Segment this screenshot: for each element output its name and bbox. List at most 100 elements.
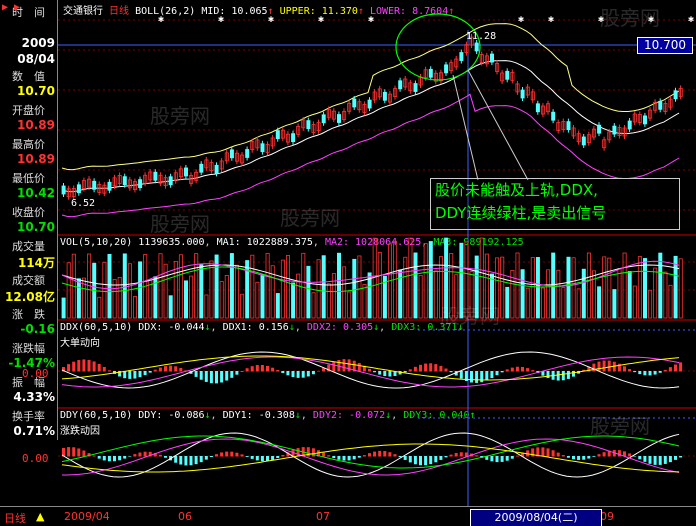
ddx-bar [413,366,417,372]
warning-icon[interactable]: ▲ [36,510,44,523]
nav-right-icon[interactable]: ▶ [8,2,20,13]
ddx-bar [439,365,443,372]
ddx-bar [373,371,377,373]
candle-body [122,176,127,186]
ddx-bar [521,366,524,372]
volume-bar [255,281,260,319]
volume-bar [240,293,245,319]
volume-bar [571,257,576,319]
candle-body [184,167,189,177]
ddx-bar [546,371,550,379]
volume-bar [653,267,658,319]
volume-bar [576,288,581,319]
ddy-bar [143,451,147,457]
candle-body [92,180,97,190]
ddx-bar [434,364,438,372]
volume-bar [673,255,678,319]
current-price-tag: 10.700 [637,37,693,54]
ddx-bar [169,365,173,372]
peak-price-label: 11.28 [466,31,497,42]
volume-bar [138,261,143,319]
volume-bar [291,282,296,319]
volume-bar [168,295,173,319]
ddy-bar [199,456,203,463]
ddy-bar [296,448,300,457]
tick-label: 07 [316,510,330,523]
ddy-bar [245,456,249,457]
volume-bar [561,287,566,319]
ddy-bar [561,455,565,457]
ddy-bar [133,454,137,457]
ddy-bar [403,456,407,460]
volume-bar [107,253,112,319]
candle-body [306,120,311,130]
star-marker: ✱ [268,14,274,25]
ddy-bar [572,456,575,460]
candle-body [291,133,296,143]
star-marker: ✱ [368,14,374,25]
candle-body [566,121,571,131]
ddy-bar [225,451,229,457]
volume-bar [245,260,250,319]
ddx-bar [204,371,208,382]
ddx-bar [276,370,280,372]
ddy-bar [674,456,677,460]
value-label: 数 值 [12,70,45,83]
ddy-bar [77,448,81,457]
ddx-bar [653,371,657,375]
candle-body [336,114,341,123]
ddy-bar [189,456,193,466]
candle-body [643,115,648,125]
ddx-bar [668,367,672,372]
ddy-bar [158,454,162,457]
ddx-bar [271,367,275,372]
volume-bar [551,252,556,319]
ddy-bar [490,456,494,462]
ddy2-line [62,438,680,476]
ddy-bar [551,450,555,457]
volume-bar [260,274,265,319]
volume-bar [189,275,194,319]
volume-bar [612,289,617,319]
ddx-bar [143,371,147,376]
ddy-bar [643,456,647,462]
amount-value: 12.08亿 [5,290,55,304]
ddx-bar [480,371,484,383]
volume-bar [602,256,607,319]
ddy-bar [362,455,366,457]
period-switch[interactable]: 日线 [4,510,26,526]
ddx-bar [628,369,632,372]
volume-bar [658,252,663,319]
candle-body [673,90,678,100]
ddx-bar [301,371,305,378]
volume-bar [418,275,423,319]
ddy-bar [184,456,188,466]
candle-body [658,100,663,110]
ddx-bar [459,371,463,379]
volume-bar [678,258,683,319]
volume-bar [586,252,591,319]
ddx-bar [291,371,295,378]
amp-value: 4.33% [13,390,55,404]
ddx-bar [77,360,81,372]
ddy-bar [439,456,443,460]
volume-bar [663,271,668,319]
ddy-bar [123,456,127,459]
ddx-bar [429,363,433,372]
candle-body [413,83,418,92]
candle-body [138,179,143,189]
ddx-bar [526,368,530,372]
candle-body [398,80,403,90]
ddx-bar [128,371,132,379]
ddy-bar [653,456,657,465]
volume-bar [234,264,239,319]
volume-bar [285,255,290,319]
ddx-bar [97,363,101,372]
candle-body [505,70,510,80]
ddx-bar [158,367,162,372]
ddx-bar [602,360,606,372]
ddy-bar [352,456,356,460]
volume-bar [530,257,535,319]
ddy-bar [72,447,76,457]
volume-bar [250,254,255,319]
